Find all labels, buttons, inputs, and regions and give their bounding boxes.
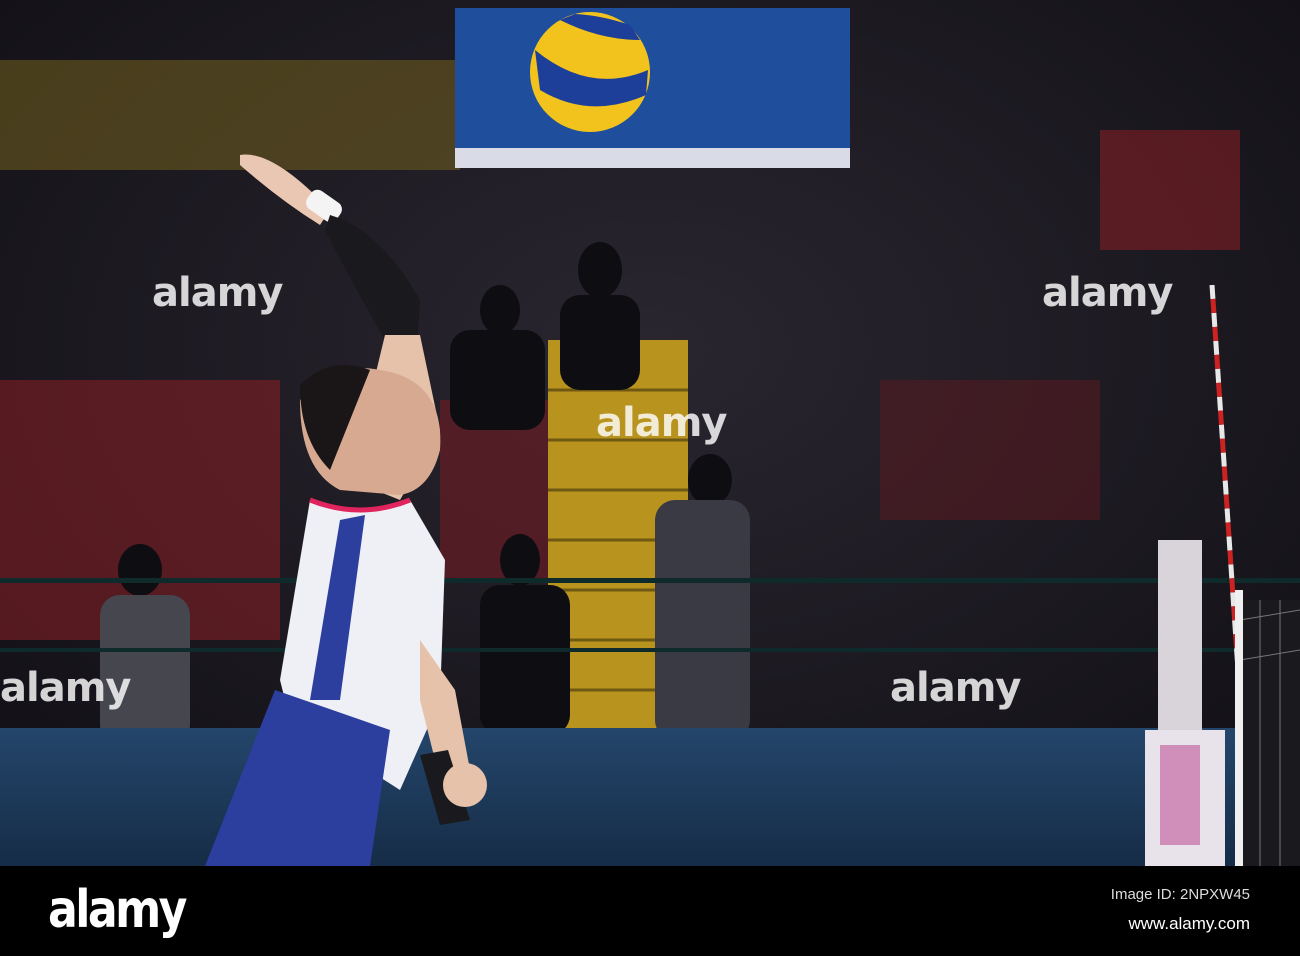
alamy-logo: alamy xyxy=(48,880,187,940)
watermark: alamy xyxy=(1042,270,1173,316)
watermark: alamy xyxy=(596,400,727,446)
sponsor-banner xyxy=(455,8,850,168)
site-url: www.alamy.com xyxy=(1128,914,1250,933)
watermark: alamy xyxy=(152,270,283,316)
image-id: Image ID: 2NPXW45 xyxy=(1110,886,1250,903)
yellow-seats xyxy=(0,60,460,170)
volleyball xyxy=(530,12,650,132)
court-wall xyxy=(0,728,1300,866)
watermark: alamy xyxy=(890,665,1021,711)
footer-bar: alamy Image ID: 2NPXW45 www.alamy.com xyxy=(0,866,1300,956)
watermark: alamy xyxy=(0,665,131,711)
railing xyxy=(0,578,1300,583)
